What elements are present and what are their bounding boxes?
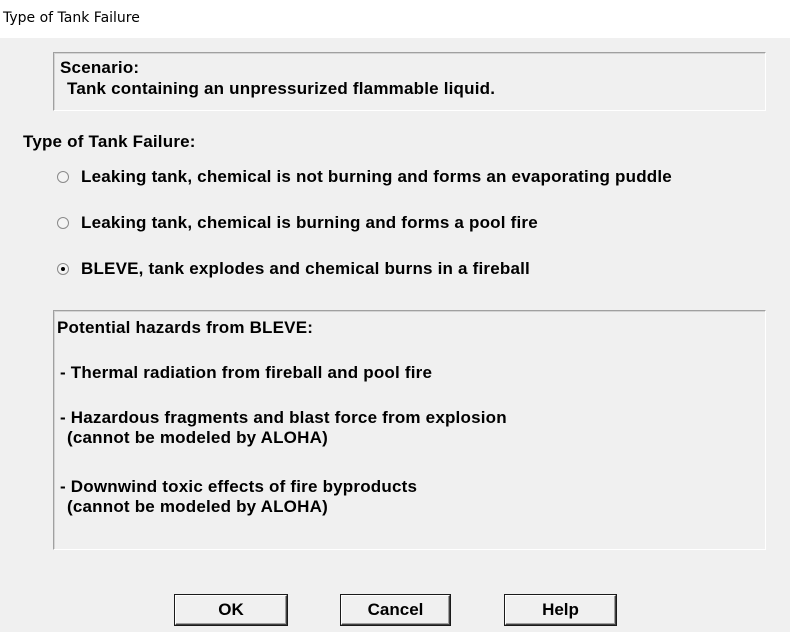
radio-label[interactable]: Leaking tank, chemical is not burning an… <box>81 167 672 187</box>
radio-selected-dot <box>61 267 65 271</box>
radio-label[interactable]: BLEVE, tank explodes and chemical burns … <box>81 259 530 279</box>
cancel-button[interactable]: Cancel <box>341 595 450 625</box>
hazard-item-2-note: (cannot be modeled by ALOHA) <box>67 428 328 447</box>
failure-type-label: Type of Tank Failure: <box>23 132 196 151</box>
window-title: Type of Tank Failure <box>3 10 140 26</box>
title-bar: Type of Tank Failure <box>0 0 790 38</box>
scenario-heading: Scenario: <box>60 58 140 77</box>
hazard-item-2: - Hazardous fragments and blast force fr… <box>60 408 507 427</box>
hazard-item-3-note: (cannot be modeled by ALOHA) <box>67 497 328 516</box>
ok-button[interactable]: OK <box>175 595 287 625</box>
radio-button[interactable] <box>57 217 69 229</box>
radio-button[interactable] <box>57 171 69 183</box>
help-button[interactable]: Help <box>505 595 616 625</box>
hazards-box: Potential hazards from BLEVE: - Thermal … <box>53 310 766 550</box>
hazard-item-1: - Thermal radiation from fireball and po… <box>60 363 433 382</box>
hazard-item-3: - Downwind toxic effects of fire byprodu… <box>60 477 418 496</box>
scenario-text: Tank containing an unpressurized flammab… <box>67 79 496 98</box>
radio-label[interactable]: Leaking tank, chemical is burning and fo… <box>81 213 538 233</box>
scenario-box: Scenario: Tank containing an unpressuriz… <box>53 52 766 111</box>
radio-button-selected[interactable] <box>57 263 69 275</box>
hazards-heading: Potential hazards from BLEVE: <box>57 318 314 337</box>
dialog-body: Scenario: Tank containing an unpressuriz… <box>0 38 790 632</box>
